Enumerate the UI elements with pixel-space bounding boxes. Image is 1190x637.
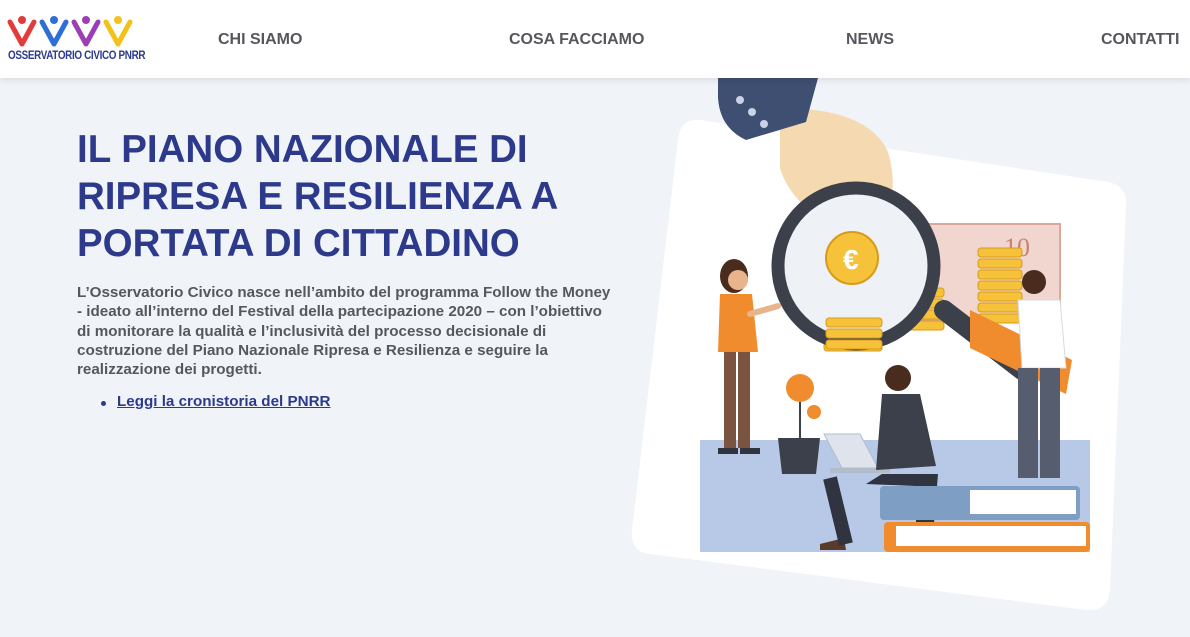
- cronistoria-link[interactable]: Leggi la cronistoria del PNRR: [117, 393, 331, 410]
- hero-link-item: Leggi la cronistoria del PNRR: [77, 393, 331, 410]
- standing-man-figure: [1017, 270, 1067, 478]
- hero-title-line: PORTATA DI CITTADINO: [77, 222, 520, 265]
- logo-figures-icon: [7, 16, 133, 47]
- coin-stack-right: [977, 247, 1023, 324]
- nav-news[interactable]: NEWS: [846, 31, 894, 49]
- book-stack: [880, 486, 1090, 552]
- hero-illustration: 10: [620, 78, 1140, 623]
- hero-title: IL PIANO NAZIONALE DI RIPRESA E RESILIEN…: [77, 126, 617, 267]
- site-header: OSSERVATORIO CIVICO PNRR CHI SIAMO COSA …: [0, 0, 1190, 78]
- hero-title-line: IL PIANO NAZIONALE DI: [77, 128, 528, 171]
- nav-cosa-facciamo[interactable]: COSA FACCIAMO: [509, 31, 644, 49]
- nav-contatti[interactable]: CONTATTI: [1101, 31, 1180, 49]
- nav-chi-siamo[interactable]: CHI SIAMO: [218, 31, 302, 49]
- hero-description: L’Osservatorio Civico nasce nell’ambito …: [77, 284, 611, 379]
- site-logo[interactable]: OSSERVATORIO CIVICO PNRR: [6, 12, 146, 64]
- hero-links: Leggi la cronistoria del PNRR: [77, 393, 331, 410]
- hero-title-line: RIPRESA E RESILIENZA A: [77, 175, 559, 218]
- euro-coin-icon: €: [843, 244, 859, 275]
- logo-text: OSSERVATORIO CIVICO PNRR: [8, 50, 146, 62]
